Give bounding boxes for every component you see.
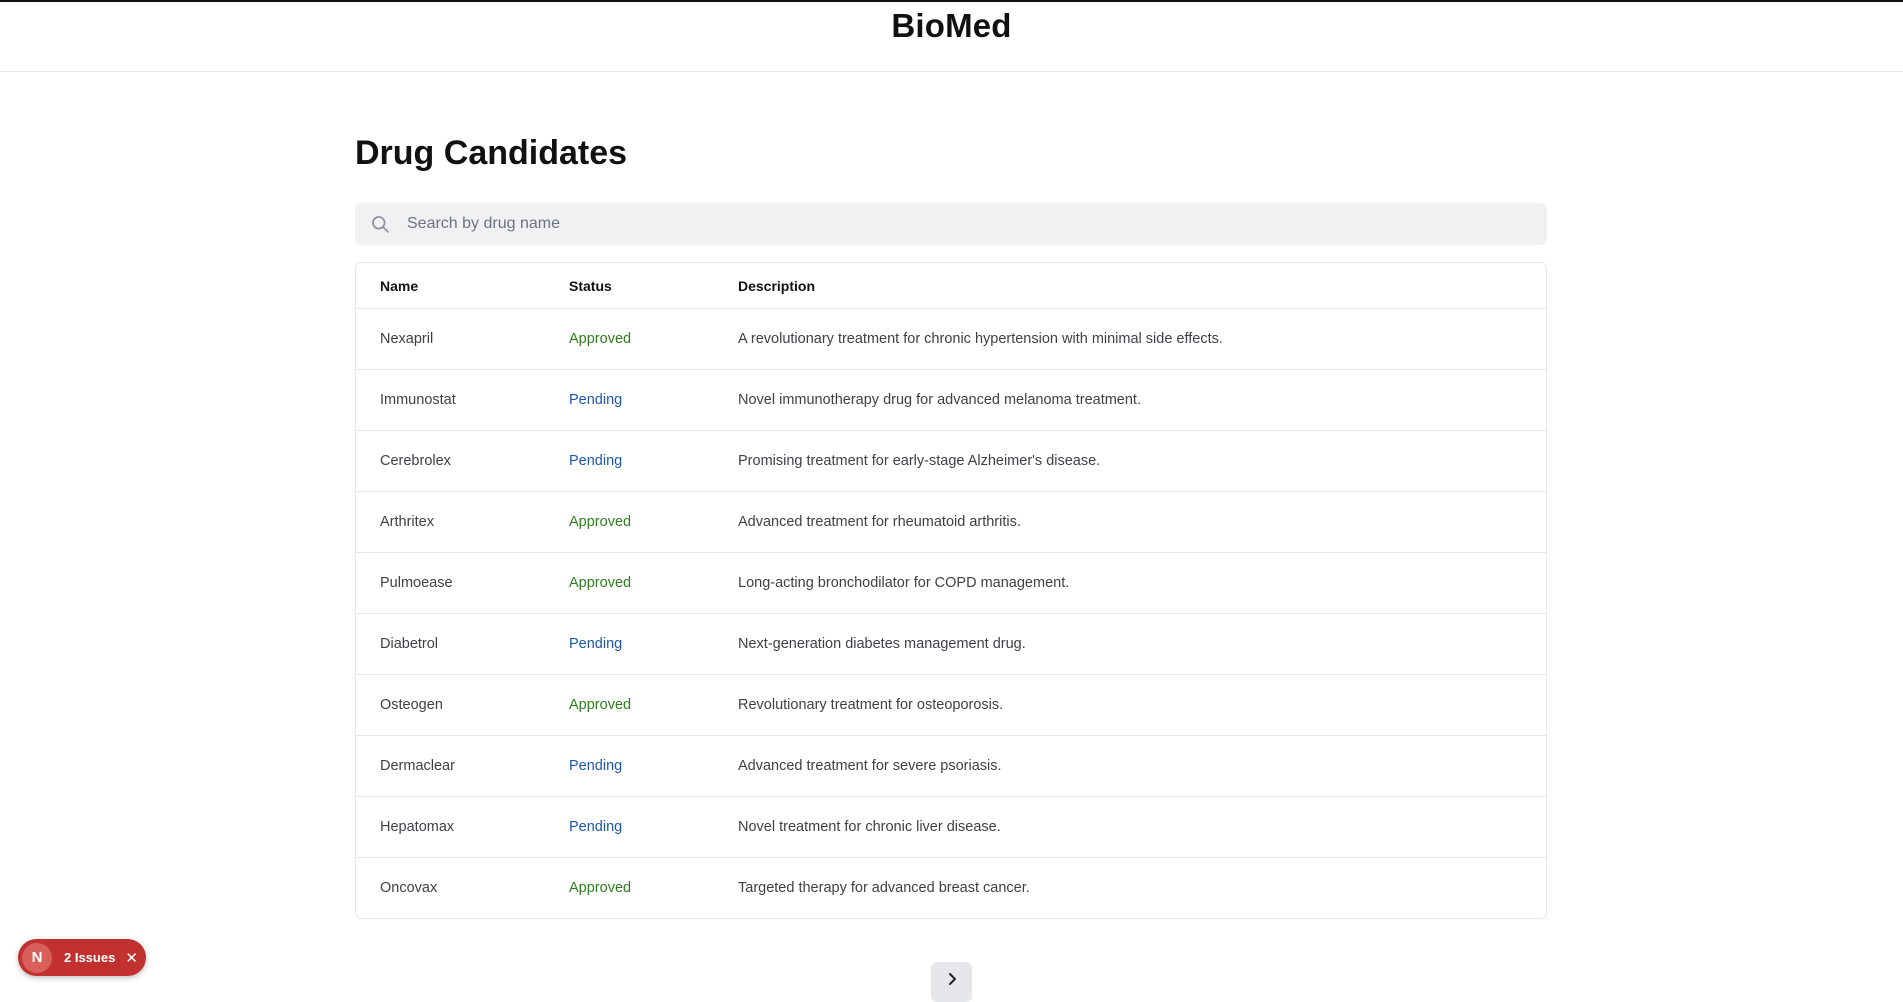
nextjs-logo-icon[interactable]: N (22, 942, 52, 973)
column-header-name[interactable]: Name (356, 278, 569, 294)
brand-title: BioMed (891, 6, 1012, 44)
issues-badge[interactable]: N 2 Issues ✕ (18, 939, 146, 976)
table-row[interactable]: Arthritex Approved Advanced treatment for … (356, 491, 1546, 552)
description-cell: A revolutionary treatment for chronic hy… (738, 331, 1223, 347)
status-cell: Pending (569, 392, 623, 408)
drug-name-cell: Oncovax (380, 880, 438, 896)
search-input[interactable] (405, 204, 1505, 244)
drug-table: Name Status Description Nexapril Approved… (355, 262, 1547, 919)
table-row[interactable]: Osteogen Approved Revolutionary treatment … (356, 674, 1546, 735)
status-cell: Pending (569, 636, 623, 652)
status-cell: Pending (569, 819, 623, 835)
description-cell: Advanced treatment for severe psoriasis. (738, 758, 1002, 774)
drug-name-cell: Cerebrolex (380, 453, 451, 469)
status-cell: Approved (569, 697, 632, 713)
description-cell: Advanced treatment for rheumatoid arthri… (738, 514, 1021, 530)
status-cell: Approved (569, 880, 632, 896)
table-row[interactable]: Pulmoease Approved Long-acting bronchodila… (356, 552, 1546, 613)
status-cell: Pending (569, 758, 623, 774)
drug-name-cell: Osteogen (380, 697, 443, 713)
issues-count-label[interactable]: 2 Issues (64, 950, 115, 965)
drug-name-cell: Dermaclear (380, 758, 455, 774)
close-icon[interactable]: ✕ (125, 949, 138, 967)
status-cell: Pending (569, 453, 623, 469)
description-cell: Novel immunotherapy drug for advanced me… (738, 392, 1141, 408)
chevron-right-icon (946, 972, 958, 991)
table-row[interactable]: Hepatomax Pending Novel treatment for chro… (356, 796, 1546, 857)
status-cell: Approved (569, 331, 632, 347)
description-cell: Revolutionary treatment for osteoporosis… (738, 697, 1004, 713)
status-cell: Approved (569, 514, 632, 530)
table-row[interactable]: Diabetrol Pending Next-generation diabetes… (356, 613, 1546, 674)
table-header-row: Name Status Description (356, 263, 1546, 308)
table-row[interactable]: Dermaclear Pending Advanced treatment for … (356, 735, 1546, 796)
column-header-description[interactable]: Description (738, 278, 1546, 294)
column-header-status[interactable]: Status (569, 278, 738, 294)
table-row[interactable]: Nexapril Approved A revolutionary treatmen… (356, 308, 1546, 369)
description-cell: Novel treatment for chronic liver diseas… (738, 819, 1001, 835)
status-cell: Approved (569, 575, 632, 591)
drug-name-cell: Nexapril (380, 331, 434, 347)
table-body: Nexapril Approved A revolutionary treatmen… (356, 308, 1546, 918)
main-content: Drug Candidates Name Status Description … (355, 125, 1547, 919)
next-page-button[interactable] (931, 962, 972, 1002)
search-bar[interactable] (355, 203, 1547, 245)
drug-name-cell: Pulmoease (380, 575, 453, 591)
search-icon (369, 213, 391, 235)
page-title: Drug Candidates (355, 134, 628, 172)
description-cell: Promising treatment for early-stage Alzh… (738, 453, 1101, 469)
description-cell: Next-generation diabetes management drug… (738, 636, 1026, 652)
description-cell: Long-acting bronchodilator for COPD mana… (738, 575, 1070, 591)
table-row[interactable]: Oncovax Approved Targeted therapy for adva… (356, 857, 1546, 918)
drug-name-cell: Hepatomax (380, 819, 455, 835)
table-row[interactable]: Cerebrolex Pending Promising treatment for… (356, 430, 1546, 491)
top-header: BioMed (0, 0, 1903, 72)
description-cell: Targeted therapy for advanced breast can… (738, 880, 1030, 896)
drug-name-cell: Immunostat (380, 392, 456, 408)
drug-name-cell: Arthritex (380, 514, 434, 530)
table-row[interactable]: Immunostat Pending Novel immunotherapy dru… (356, 369, 1546, 430)
drug-name-cell: Diabetrol (380, 636, 439, 652)
